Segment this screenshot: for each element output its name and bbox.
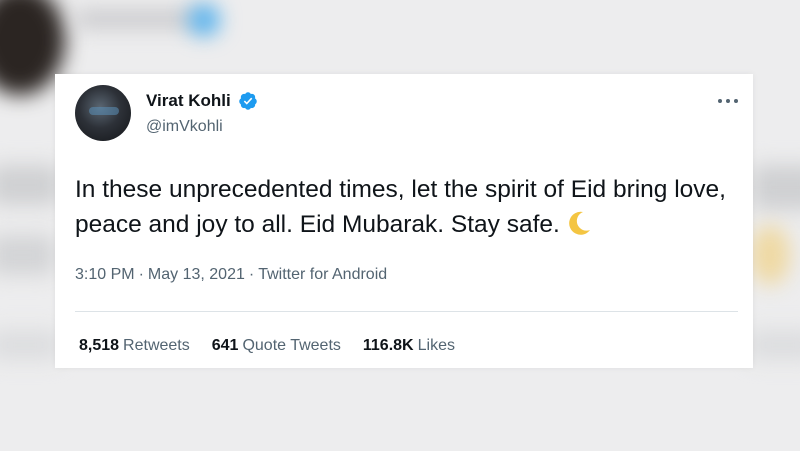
tweet-body: In these unprecedented times, let the sp… <box>75 172 740 242</box>
divider <box>75 311 738 312</box>
tweet-metadata: 3:10 PM · May 13, 2021 · Twitter for Android <box>75 266 387 284</box>
quote-tweets-count: 641 <box>211 337 239 354</box>
blurred-text-line <box>0 330 60 360</box>
quote-tweets-label: Quote Tweets <box>242 337 341 354</box>
more-options-icon[interactable] <box>715 94 741 108</box>
separator: · <box>248 266 255 283</box>
retweets-count: 8,518 <box>79 337 120 354</box>
blurred-text-line <box>752 165 800 210</box>
crescent-moon-icon <box>569 211 590 235</box>
engagement-stats: 8,518 Retweets 641 Quote Tweets 116.8K Likes <box>79 337 477 355</box>
separator: · <box>138 266 144 283</box>
blurred-text-line <box>0 165 60 205</box>
likes-label: Likes <box>417 337 455 354</box>
retweets-label: Retweets <box>123 337 190 354</box>
avatar-detail <box>89 107 119 115</box>
blurred-text-line <box>748 330 800 360</box>
likes-stat[interactable]: 116.8K Likes <box>363 337 455 355</box>
author-display-name[interactable]: Virat Kohli <box>146 91 231 111</box>
blurred-text-line <box>0 235 55 275</box>
retweets-stat[interactable]: 8,518 Retweets <box>79 337 190 355</box>
verified-badge-icon <box>239 92 257 110</box>
blurred-name <box>75 10 205 28</box>
tweet-source-link[interactable]: Twitter for Android <box>258 266 387 283</box>
blurred-verified-badge <box>188 4 220 36</box>
tweet-date[interactable]: May 13, 2021 <box>148 266 245 283</box>
blurred-emoji <box>750 225 790 285</box>
quote-tweets-stat[interactable]: 641 Quote Tweets <box>212 337 341 355</box>
tweet-time[interactable]: 3:10 PM <box>75 266 135 283</box>
author-handle[interactable]: @imVkohli <box>146 118 223 136</box>
likes-count: 116.8K <box>362 337 414 354</box>
tweet-text: In these unprecedented times, let the sp… <box>75 176 726 238</box>
avatar[interactable] <box>75 85 131 141</box>
